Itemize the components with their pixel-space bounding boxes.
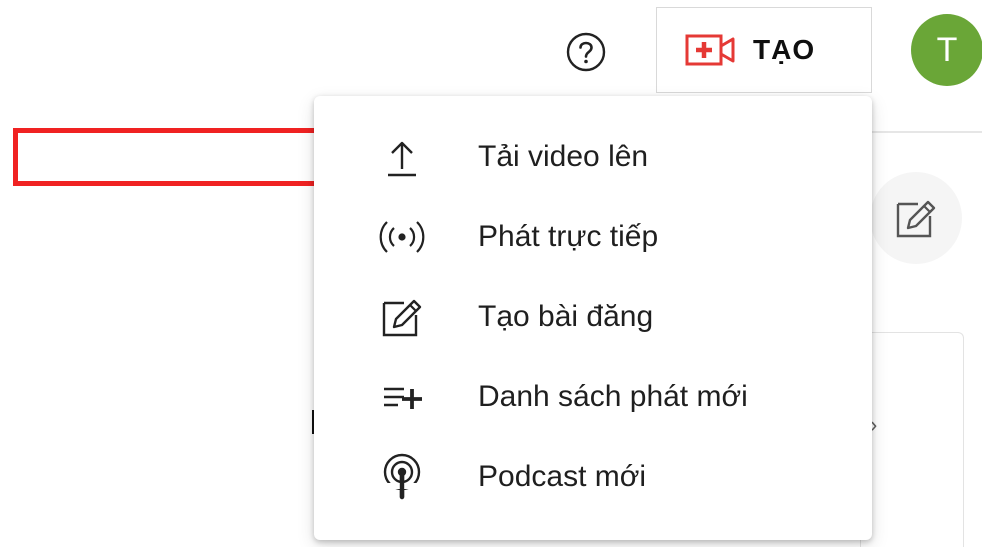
edit-button[interactable] xyxy=(870,172,962,264)
content-card xyxy=(860,332,964,547)
highlight-annotation xyxy=(13,128,365,186)
create-menu: Tải video lên Phát trực tiếp Tạo bài đăn… xyxy=(314,96,872,540)
live-broadcast-icon xyxy=(374,213,430,261)
help-circle-icon xyxy=(566,32,606,72)
menu-item-new-playlist[interactable]: Danh sách phát mới xyxy=(314,357,872,437)
create-button-label: TẠO xyxy=(753,34,816,65)
page: TẠO T › Tải video lên Phát trực tiếp Tạo… xyxy=(0,0,982,547)
menu-item-label: Podcast mới xyxy=(478,460,647,493)
menu-item-go-live[interactable]: Phát trực tiếp xyxy=(314,197,872,277)
podcast-icon xyxy=(374,453,430,501)
upload-icon xyxy=(374,133,430,181)
pencil-square-icon xyxy=(896,200,936,238)
avatar[interactable]: T xyxy=(911,14,982,86)
menu-item-create-post[interactable]: Tạo bài đăng xyxy=(314,277,872,357)
avatar-initial: T xyxy=(936,30,958,69)
playlist-add-icon xyxy=(374,373,430,421)
edit-post-icon xyxy=(374,293,430,341)
menu-item-upload-video[interactable]: Tải video lên xyxy=(314,117,872,197)
menu-item-label: Phát trực tiếp xyxy=(478,220,659,253)
header-divider xyxy=(872,131,982,133)
help-button[interactable] xyxy=(562,28,610,76)
create-button[interactable]: TẠO xyxy=(656,7,872,93)
video-camera-plus-icon xyxy=(685,34,735,66)
menu-item-new-podcast[interactable]: Podcast mới xyxy=(314,437,872,517)
menu-item-label: Tạo bài đăng xyxy=(478,300,654,333)
menu-item-label: Tải video lên xyxy=(478,140,649,173)
menu-item-label: Danh sách phát mới xyxy=(478,380,748,413)
